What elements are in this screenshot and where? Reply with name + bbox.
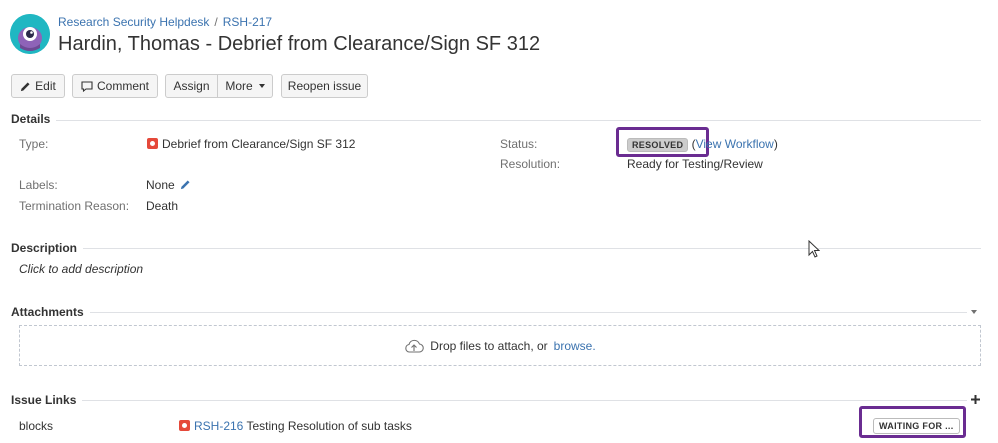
link-relation-label: blocks <box>19 419 54 433</box>
view-workflow-close-paren: ) <box>773 137 778 151</box>
linked-issue-status-lozenge: WAITING FOR ... <box>873 418 960 434</box>
breadcrumb: Research Security Helpdesk / RSH-217 <box>58 15 272 29</box>
description-heading[interactable]: Description <box>11 241 84 255</box>
comment-icon <box>81 80 93 92</box>
status-label: Status: <box>500 137 538 151</box>
linked-issue-row: RSH-216 Testing Resolution of sub tasks <box>179 419 412 433</box>
issue-links-divider <box>11 400 967 401</box>
description-placeholder[interactable]: Click to add description <box>19 262 143 276</box>
linked-issue-status: WAITING FOR ... <box>873 418 960 434</box>
attachment-dropzone[interactable]: Drop files to attach, or browse. <box>19 325 981 366</box>
description-divider <box>11 248 981 249</box>
type-value-text: Debrief from Clearance/Sign SF 312 <box>162 137 356 151</box>
reopen-issue-label: Reopen issue <box>287 79 362 93</box>
resolution-label: Resolution: <box>500 157 561 171</box>
type-label: Type: <box>19 137 49 151</box>
breadcrumb-separator: / <box>214 15 218 29</box>
resolution-value: Ready for Testing/Review <box>627 157 763 171</box>
edit-labels-pencil-icon[interactable] <box>180 179 191 190</box>
comment-button[interactable]: Comment <box>72 74 158 98</box>
linked-issue-type-icon <box>179 420 190 431</box>
browse-link[interactable]: browse. <box>554 339 596 353</box>
view-workflow-link[interactable]: View Workflow <box>696 137 774 151</box>
cloud-upload-icon <box>405 339 425 353</box>
comment-button-label: Comment <box>96 79 149 93</box>
status-lozenge: RESOLVED <box>627 138 689 152</box>
attachments-options-caret-icon[interactable] <box>971 310 977 314</box>
dropzone-text: Drop files to attach, or <box>430 338 548 353</box>
reopen-issue-button[interactable]: Reopen issue <box>281 74 368 98</box>
assign-button[interactable]: Assign <box>165 74 218 98</box>
assign-button-label: Assign <box>173 79 210 93</box>
add-link-plus-icon[interactable] <box>971 395 980 404</box>
issue-links-heading[interactable]: Issue Links <box>11 393 83 407</box>
termination-reason-label: Termination Reason: <box>19 199 130 213</box>
caret-down-icon <box>258 84 265 88</box>
breadcrumb-issue-key-link[interactable]: RSH-217 <box>223 15 272 29</box>
breadcrumb-project-link[interactable]: Research Security Helpdesk <box>58 15 209 29</box>
termination-reason-value[interactable]: Death <box>146 199 178 213</box>
linked-issue-key-link[interactable]: RSH-216 <box>194 419 243 433</box>
edit-button[interactable]: Edit <box>11 74 65 98</box>
attachments-heading[interactable]: Attachments <box>11 305 90 319</box>
linked-issue-summary[interactable]: Testing Resolution of sub tasks <box>246 419 411 433</box>
status-value: RESOLVED (View Workflow) <box>627 137 778 152</box>
details-divider <box>11 120 981 121</box>
labels-value[interactable]: None <box>146 178 191 192</box>
attachments-divider <box>11 312 967 313</box>
mouse-cursor-icon <box>808 240 820 258</box>
issue-title[interactable]: Hardin, Thomas - Debrief from Clearance/… <box>58 33 540 56</box>
monster-avatar-icon <box>10 14 50 54</box>
edit-button-label: Edit <box>35 79 56 93</box>
issue-type-icon <box>147 138 158 149</box>
labels-label: Labels: <box>19 178 58 192</box>
labels-value-text: None <box>146 178 175 192</box>
more-button-label: More <box>225 79 253 93</box>
type-value: Debrief from Clearance/Sign SF 312 <box>147 137 355 151</box>
project-avatar[interactable] <box>10 14 50 54</box>
more-button[interactable]: More <box>218 74 273 98</box>
details-heading[interactable]: Details <box>11 112 57 126</box>
pencil-icon <box>21 81 30 91</box>
